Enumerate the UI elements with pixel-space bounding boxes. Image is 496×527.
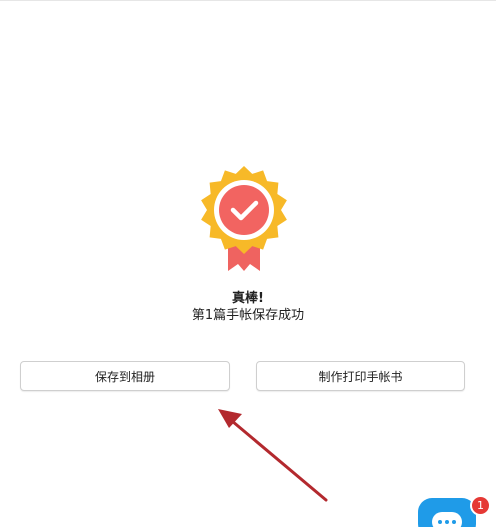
save-to-album-button[interactable]: 保存到相册 [20,361,230,391]
award-check-icon [201,166,287,271]
make-print-book-button[interactable]: 制作打印手帐书 [256,361,465,391]
chat-button[interactable] [418,498,476,527]
chat-bubble-icon [432,512,462,527]
save-success-screen: 真棒! 第1篇手帐保存成功 保存到相册 制作打印手帐书 1 [0,0,496,527]
top-divider [0,0,496,1]
success-subtitle: 第1篇手帐保存成功 [191,308,305,323]
unread-count-badge: 1 [470,495,491,516]
success-title: 真棒! [232,291,264,306]
